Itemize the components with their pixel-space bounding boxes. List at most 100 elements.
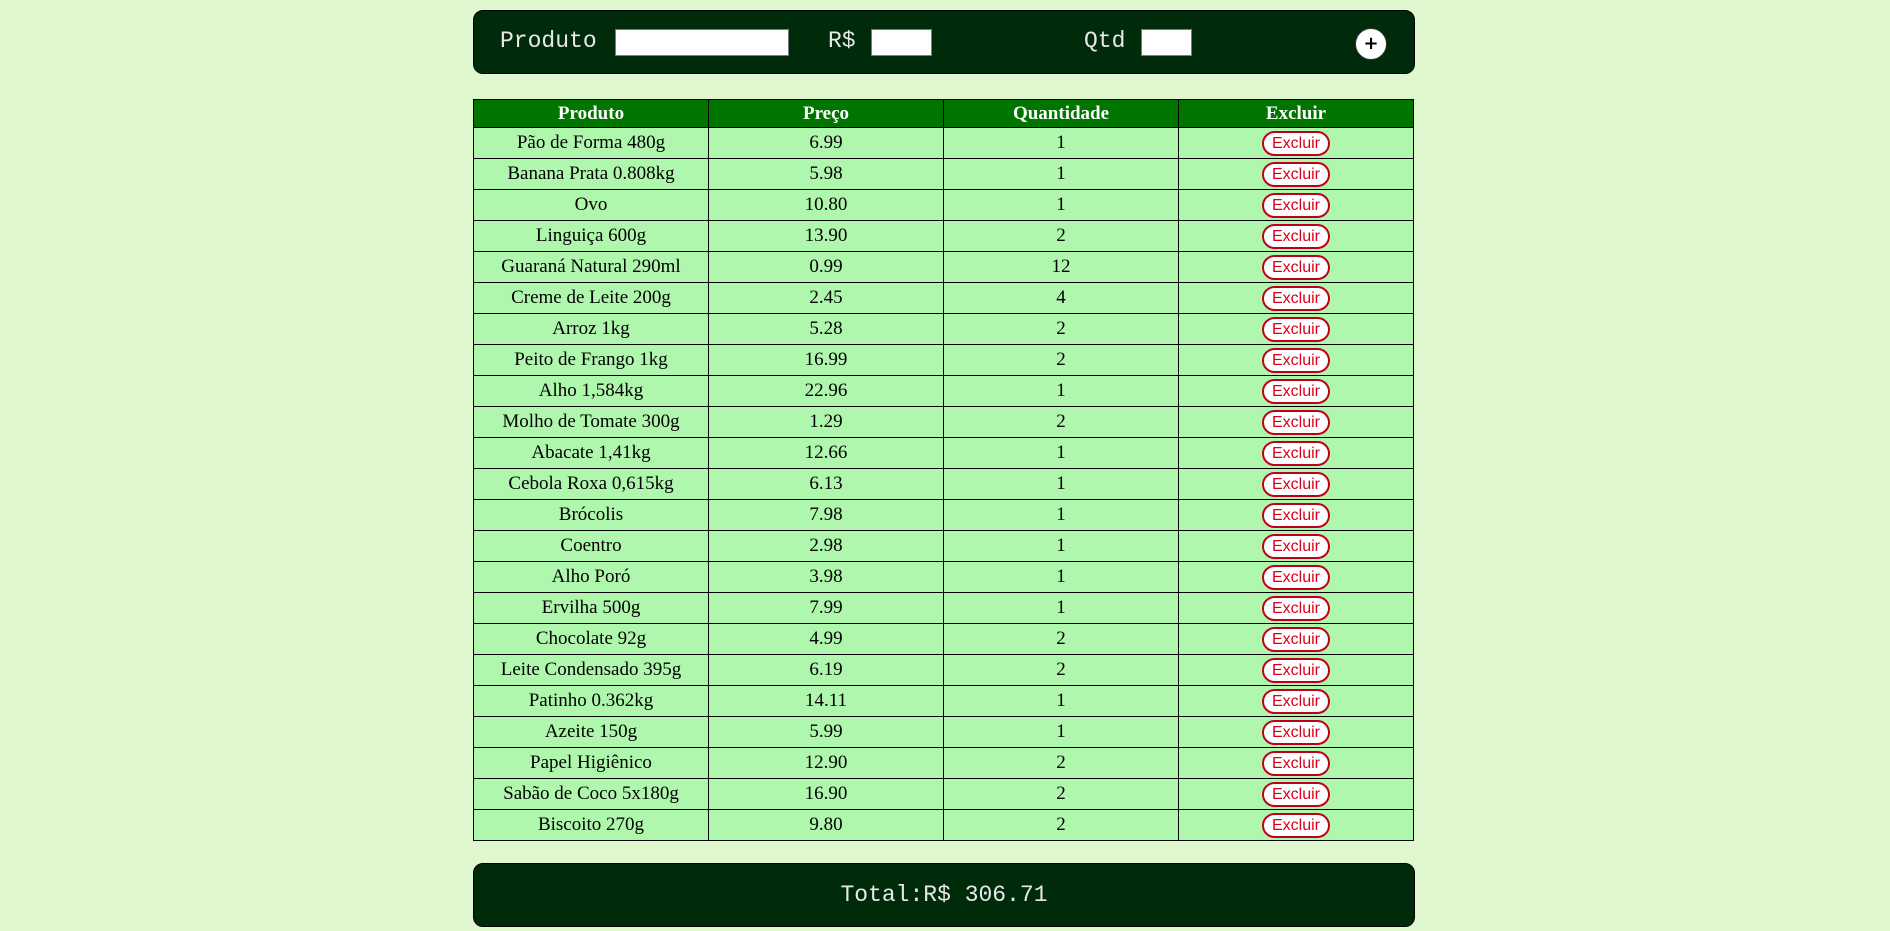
delete-button[interactable]: Excluir (1261, 719, 1330, 745)
preco-cell: 13.90 (708, 220, 944, 252)
qtd-input[interactable] (1141, 29, 1192, 56)
quantidade-cell: 2 (943, 406, 1179, 438)
produto-cell: Chocolate 92g (473, 623, 709, 655)
delete-button[interactable]: Excluir (1261, 223, 1330, 249)
excluir-cell: Excluir (1178, 158, 1414, 190)
delete-button[interactable]: Excluir (1261, 316, 1330, 342)
produto-cell: Brócolis (473, 499, 709, 531)
preco-cell: 16.90 (708, 778, 944, 810)
table-row: Linguiça 600g 13.90 2 Excluir (473, 220, 1414, 252)
excluir-cell: Excluir (1178, 220, 1414, 252)
preco-cell: 10.80 (708, 189, 944, 221)
preco-cell: 1.29 (708, 406, 944, 438)
excluir-cell: Excluir (1178, 251, 1414, 283)
delete-button[interactable]: Excluir (1261, 130, 1330, 156)
preco-cell: 12.90 (708, 747, 944, 779)
quantidade-cell: 2 (943, 654, 1179, 686)
delete-button[interactable]: Excluir (1261, 626, 1330, 652)
produto-cell: Guaraná Natural 290ml (473, 251, 709, 283)
table-row: Coentro 2.98 1 Excluir (473, 530, 1414, 562)
produto-cell: Coentro (473, 530, 709, 562)
table-row: Alho 1,584kg 22.96 1 Excluir (473, 375, 1414, 407)
produto-cell: Molho de Tomate 300g (473, 406, 709, 438)
delete-button[interactable]: Excluir (1261, 347, 1330, 373)
excluir-cell: Excluir (1178, 313, 1414, 345)
table-row: Biscoito 270g 9.80 2 Excluir (473, 809, 1414, 841)
table-row: Ervilha 500g 7.99 1 Excluir (473, 592, 1414, 624)
produto-input[interactable] (615, 29, 789, 56)
preco-cell: 2.45 (708, 282, 944, 314)
preco-cell: 0.99 (708, 251, 944, 283)
delete-button[interactable]: Excluir (1261, 471, 1330, 497)
preco-input[interactable] (871, 29, 932, 56)
delete-button[interactable]: Excluir (1261, 657, 1330, 683)
excluir-cell: Excluir (1178, 437, 1414, 469)
preco-cell: 6.99 (708, 127, 944, 159)
excluir-cell: Excluir (1178, 809, 1414, 841)
preco-cell: 2.98 (708, 530, 944, 562)
header-quantidade: Quantidade (943, 99, 1179, 128)
delete-button[interactable]: Excluir (1261, 564, 1330, 590)
delete-button[interactable]: Excluir (1261, 440, 1330, 466)
produto-cell: Papel Higiênico (473, 747, 709, 779)
delete-button[interactable]: Excluir (1261, 750, 1330, 776)
preco-cell: 9.80 (708, 809, 944, 841)
total-bar: Total:R$ 306.71 (473, 863, 1415, 927)
excluir-cell: Excluir (1178, 530, 1414, 562)
excluir-cell: Excluir (1178, 654, 1414, 686)
delete-button[interactable]: Excluir (1261, 254, 1330, 280)
quantidade-cell: 1 (943, 189, 1179, 221)
produto-cell: Azeite 150g (473, 716, 709, 748)
quantidade-cell: 1 (943, 685, 1179, 717)
produto-cell: Banana Prata 0.808kg (473, 158, 709, 190)
produto-cell: Cebola Roxa 0,615kg (473, 468, 709, 500)
delete-button[interactable]: Excluir (1261, 533, 1330, 559)
product-table: Produto Preço Quantidade Excluir Pão de … (473, 99, 1414, 841)
table-row: Guaraná Natural 290ml 0.99 12 Excluir (473, 251, 1414, 283)
preco-cell: 6.13 (708, 468, 944, 500)
excluir-cell: Excluir (1178, 468, 1414, 500)
delete-button[interactable]: Excluir (1261, 409, 1330, 435)
delete-button[interactable]: Excluir (1261, 192, 1330, 218)
add-button[interactable]: + (1355, 28, 1387, 60)
excluir-cell: Excluir (1178, 623, 1414, 655)
produto-label: Produto (500, 28, 597, 54)
delete-button[interactable]: Excluir (1261, 595, 1330, 621)
delete-button[interactable]: Excluir (1261, 161, 1330, 187)
produto-cell: Alho 1,584kg (473, 375, 709, 407)
produto-cell: Biscoito 270g (473, 809, 709, 841)
preco-cell: 16.99 (708, 344, 944, 376)
produto-cell: Leite Condensado 395g (473, 654, 709, 686)
table-row: Creme de Leite 200g 2.45 4 Excluir (473, 282, 1414, 314)
excluir-cell: Excluir (1178, 406, 1414, 438)
preco-cell: 22.96 (708, 375, 944, 407)
table-body: Pão de Forma 480g 6.99 1 Excluir Banana Prat… (473, 127, 1414, 841)
preco-label: R$ (828, 28, 856, 54)
total-text: Total:R$ 306.71 (840, 882, 1048, 908)
preco-cell: 7.98 (708, 499, 944, 531)
add-product-form: Produto R$ Qtd + (473, 10, 1415, 74)
table-row: Chocolate 92g 4.99 2 Excluir (473, 623, 1414, 655)
preco-cell: 5.28 (708, 313, 944, 345)
table-row: Alho Poró 3.98 1 Excluir (473, 561, 1414, 593)
header-preco: Preço (708, 99, 944, 128)
quantidade-cell: 1 (943, 716, 1179, 748)
produto-cell: Alho Poró (473, 561, 709, 593)
excluir-cell: Excluir (1178, 747, 1414, 779)
table-row: Ovo 10.80 1 Excluir (473, 189, 1414, 221)
table-row: Azeite 150g 5.99 1 Excluir (473, 716, 1414, 748)
quantidade-cell: 2 (943, 747, 1179, 779)
delete-button[interactable]: Excluir (1261, 688, 1330, 714)
delete-button[interactable]: Excluir (1261, 812, 1330, 838)
delete-button[interactable]: Excluir (1261, 378, 1330, 404)
quantidade-cell: 1 (943, 561, 1179, 593)
table-header-row: Produto Preço Quantidade Excluir (473, 99, 1414, 128)
produto-cell: Pão de Forma 480g (473, 127, 709, 159)
delete-button[interactable]: Excluir (1261, 502, 1330, 528)
delete-button[interactable]: Excluir (1261, 781, 1330, 807)
table-row: Abacate 1,41kg 12.66 1 Excluir (473, 437, 1414, 469)
produto-cell: Linguiça 600g (473, 220, 709, 252)
quantidade-cell: 2 (943, 313, 1179, 345)
delete-button[interactable]: Excluir (1261, 285, 1330, 311)
quantidade-cell: 2 (943, 220, 1179, 252)
